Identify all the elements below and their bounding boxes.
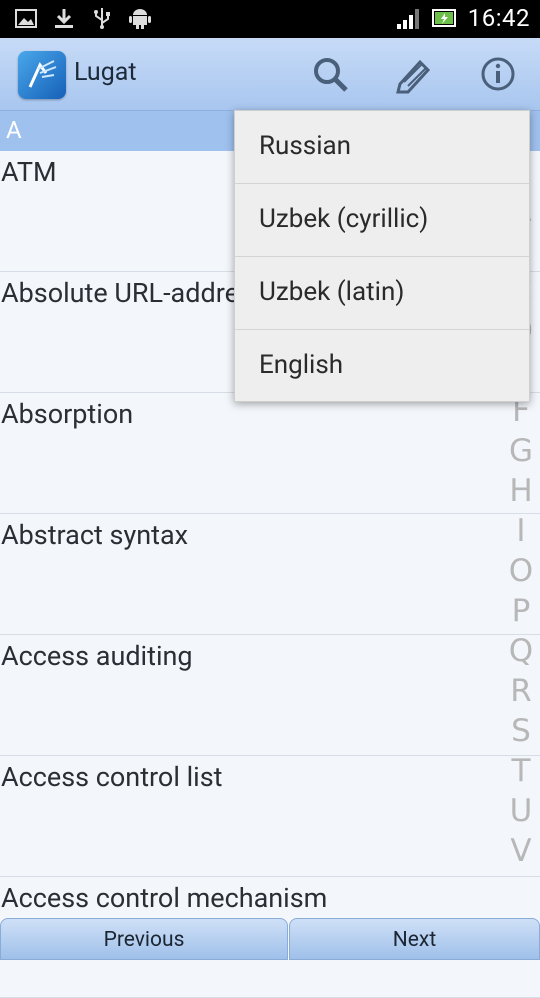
app-title: Lugat [74, 58, 137, 87]
index-letter[interactable]: I [506, 511, 536, 551]
list-item[interactable]: Access control list [0, 756, 540, 877]
list-item-label: Absorption [1, 398, 134, 430]
battery-icon [431, 9, 456, 27]
index-letter[interactable]: H [506, 471, 536, 511]
list-item-label: Absolute URL-address [1, 277, 267, 309]
info-icon[interactable] [478, 54, 518, 94]
menu-item-label: Uzbek (cyrillic) [259, 204, 429, 234]
app-logo-icon[interactable] [18, 51, 66, 99]
menu-item-label: Uzbek (latin) [259, 277, 405, 307]
section-header-label: A [6, 116, 22, 144]
index-letter[interactable]: G [506, 431, 536, 471]
index-letter[interactable]: S [506, 711, 536, 751]
status-bar: 16:42 [0, 0, 540, 38]
next-button[interactable]: Next [289, 918, 540, 960]
list-item[interactable]: Abstract syntax [0, 514, 540, 635]
index-letter[interactable]: O [506, 551, 536, 591]
index-letter[interactable]: V [506, 831, 536, 871]
search-icon[interactable] [310, 54, 350, 94]
list-item[interactable]: Absorption [0, 393, 540, 514]
menu-item-uzbek-latin[interactable]: Uzbek (latin) [235, 257, 529, 330]
usb-icon [94, 8, 110, 29]
bottom-nav: Previous Next [0, 918, 540, 960]
clock: 16:42 [467, 4, 530, 32]
action-bar: Lugat [0, 38, 540, 111]
list-item-label: ATM [1, 156, 57, 188]
index-letter[interactable]: P [506, 591, 536, 631]
signal-icon [396, 9, 419, 29]
index-letter[interactable]: U [506, 791, 536, 831]
menu-item-english[interactable]: English [235, 330, 529, 402]
index-letter[interactable]: R [506, 671, 536, 711]
list-item-label: Access auditing [1, 640, 193, 672]
list-item-label: Access control list [1, 761, 223, 793]
menu-item-label: Russian [259, 131, 352, 161]
list-item-label: Abstract syntax [1, 519, 189, 551]
menu-item-russian[interactable]: Russian [235, 111, 529, 184]
image-icon [15, 9, 37, 28]
list-item-label: Access control mechanism [1, 882, 328, 914]
language-menu: Russian Uzbek (cyrillic) Uzbek (latin) E… [234, 110, 530, 402]
previous-button[interactable]: Previous [0, 918, 288, 960]
android-icon [129, 9, 151, 29]
menu-item-label: English [259, 350, 344, 380]
index-letter[interactable]: Q [506, 631, 536, 671]
download-icon [55, 9, 73, 28]
list-item[interactable]: Access auditing [0, 635, 540, 756]
index-letter[interactable]: T [506, 751, 536, 791]
menu-item-uzbek-cyrillic[interactable]: Uzbek (cyrillic) [235, 184, 529, 257]
edit-icon[interactable] [394, 54, 434, 94]
